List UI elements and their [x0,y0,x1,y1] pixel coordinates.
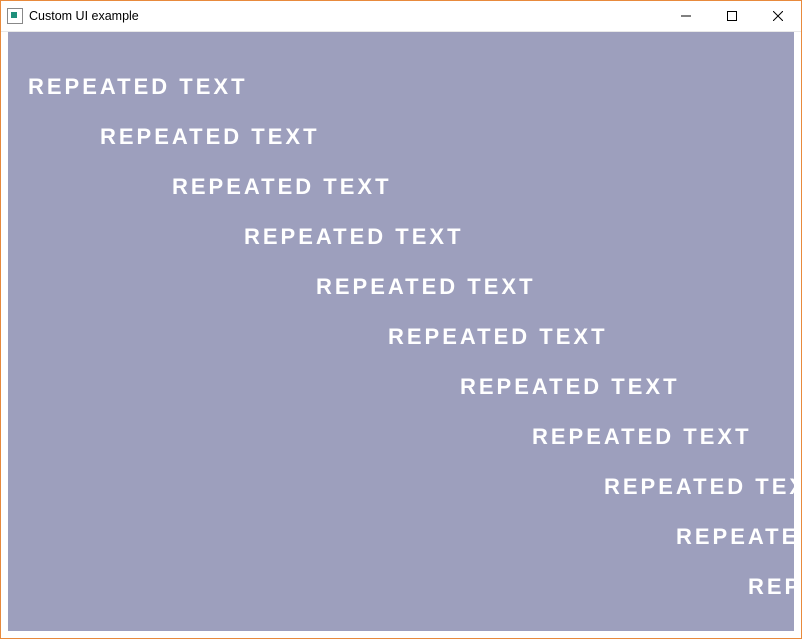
window-titlebar: Custom UI example [1,1,801,32]
repeated-text-label: REPEATED TEXT [244,224,464,250]
app-icon [7,8,23,24]
close-icon [773,11,783,21]
canvas-area: REPEATED TEXT REPEATED TEXT REPEATED TEX… [8,32,794,631]
repeated-text-label: REPEATED TEXT [676,524,794,550]
window-title: Custom UI example [29,9,139,23]
window-controls [663,1,801,31]
maximize-button[interactable] [709,1,755,31]
repeated-text-label: REPEATED TEXT [460,374,680,400]
repeated-text-label: REPEATED TEXT [532,424,752,450]
repeated-text-label: REPEATED TEXT [388,324,608,350]
maximize-icon [727,11,737,21]
repeated-text-label: REPEATED TEXT [316,274,536,300]
minimize-button[interactable] [663,1,709,31]
repeated-text-label: REPEATED TEXT [604,474,794,500]
repeated-text-label: REPEATED TEXT [172,174,392,200]
repeated-text-label: REPEATED TEXT [28,74,248,100]
repeated-text-label: REPEATED TEXT [100,124,320,150]
minimize-icon [681,11,691,21]
repeated-text-label: REPEATED TEXT [748,574,794,600]
close-button[interactable] [755,1,801,31]
